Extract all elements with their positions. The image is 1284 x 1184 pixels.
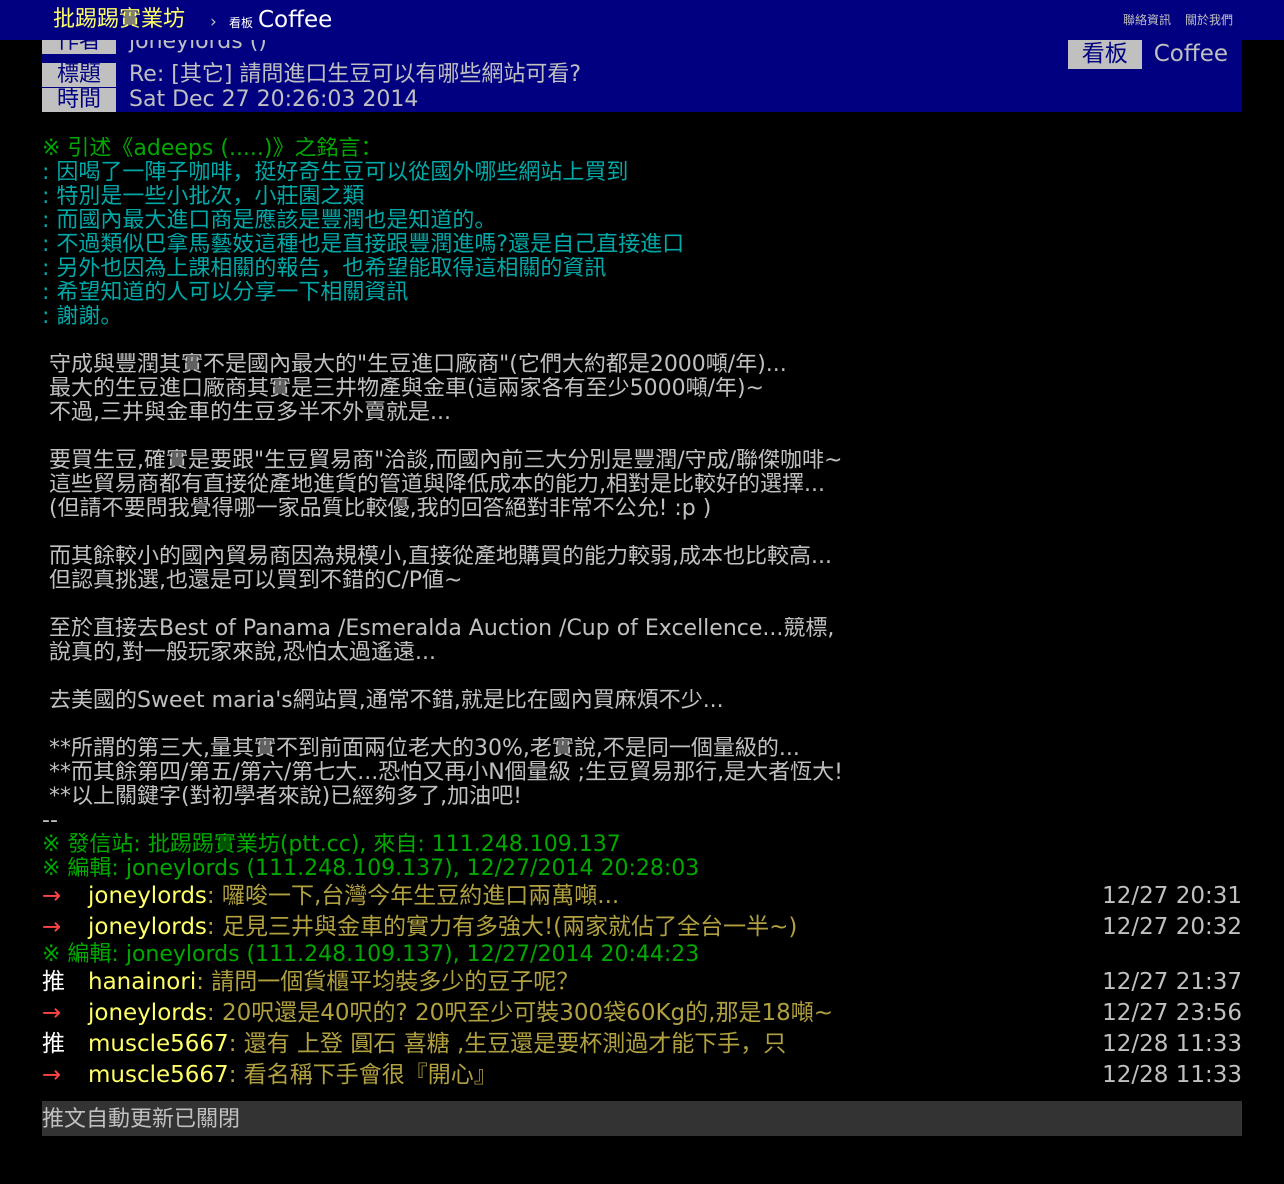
time-row: 時間 Sat Dec 27 20:26:03 2014 [42, 87, 419, 112]
quote-line: : 不過類似巴拿馬藝妓這種也是直接跟豐潤進嗎?還是自己直接進口 [42, 233, 685, 257]
push-user: muscle5667: 還有 上登 圓石 喜糖 ,生豆還是要杯測過才能下手，只 [88, 1031, 787, 1057]
push-tag: 推 [42, 1031, 65, 1057]
push-time: 12/28 11:33 [1102, 1062, 1242, 1088]
push-content: : 囉唆一下,台灣今年生豆約進口兩萬噸... [206, 883, 620, 909]
push-user: joneylords: 足見三井與金車的實力有多強大!(兩家就佔了全台一半~) [88, 914, 798, 940]
body-line [42, 593, 1242, 617]
edit-line: ※ 編輯: joneylords (111.248.109.137), 12/2… [42, 857, 700, 881]
push-time: 12/27 20:32 [1102, 914, 1242, 940]
push-user: hanainori: 請問一個貨櫃平均裝多少的豆子呢？ [88, 969, 580, 995]
author-value: joneylords () [129, 40, 267, 54]
body-line [42, 329, 1242, 353]
breadcrumb-separator: › [210, 12, 217, 32]
push-user: joneylords: 囉唆一下,台灣今年生豆約進口兩萬噸... [88, 883, 620, 909]
body-line: 但認真挑選,也還是可以買到不錯的C/P値~ [42, 569, 463, 593]
body-line: 說真的,對一般玩家來說,恐怕太過遙遠... [42, 641, 436, 665]
quote-line: : 另外也因為上課相關的報告，也希望能取得這相關的資訊 [42, 257, 607, 281]
body-line: 這些貿易商都有直接從產地進貨的管道與降低成本的能力,相對是比較好的選擇... [42, 473, 825, 497]
article-content: ※ 引述《adeeps (.....)》之銘言： : 因喝了一陣子咖啡，挺好奇生… [42, 137, 1242, 881]
time-label: 時間 [42, 88, 116, 112]
quote-line: : 因喝了一陣子咖啡，挺好奇生豆可以從國外哪些網站上買到 [42, 161, 629, 185]
push-time: 12/28 11:33 [1102, 1031, 1242, 1057]
push-tag: → [42, 1000, 62, 1026]
push-time: 12/27 20:31 [1102, 883, 1242, 909]
body-line: **所謂的第三大,量其實不到前面兩位老大的30%,老實說,不是同一個量級的... [42, 737, 800, 761]
push-content: : 還有 上登 圓石 喜糖 ,生豆還是要杯測過才能下手，只 [228, 1031, 787, 1057]
article-header: 作者 joneylords () 標題 Re: [其它] 請問進口生豆可以有哪些網站… [42, 40, 1242, 112]
body-line: **以上關鍵字(對初學者來說)已經夠多了,加油吧! [42, 785, 522, 809]
body-line: 最大的生豆進口廠商其實是三井物產與金車(這兩家各有至少5000噸/年)~ [42, 377, 764, 401]
push-list: → joneylords: 囉唆一下,台灣今年生豆約進口兩萬噸... 12/27… [42, 881, 1242, 1091]
quote-line: : 希望知道的人可以分享一下相關資訊 [42, 281, 409, 305]
body-line: 要買生豆,確實是要跟"生豆貿易商"洽談,而國內前三大分別是豐潤/守成/聯傑咖啡~ [42, 449, 843, 473]
body-line [42, 521, 1242, 545]
board-label: 看板 [1067, 40, 1142, 69]
breadcrumb-board-link[interactable]: Coffee [258, 5, 332, 35]
push-tag: → [42, 1062, 62, 1088]
body-line: (但請不要問我覺得哪一家品質比較優,我的回答絕對非常不公允! :p ) [42, 497, 712, 521]
site-title-link[interactable]: 批踢踢實業坊 [53, 5, 185, 35]
push-content: : 看名稱下手會很『開心』 [228, 1062, 497, 1088]
push-row: 推 muscle5667: 還有 上登 圓石 喜糖 ,生豆還是要杯測過才能下手，… [42, 1029, 1242, 1060]
title-label: 標題 [42, 63, 116, 87]
top-navbar: 批踢踢實業坊 › 看板 Coffee 聯絡資訊 關於我們 [0, 0, 1284, 40]
body-line: 至於直接去Best of Panama /Esmeralda Auction /… [42, 617, 835, 641]
body-line: 守成與豐潤其實不是國內最大的"生豆進口廠商"(它們大約都是2000噸/年)... [42, 353, 787, 377]
quote-line: : 特別是一些小批次，小莊園之類 [42, 185, 365, 209]
body-line: 而其餘較小的國內貿易商因為規模小,直接從產地購買的能力較弱,成本也比較高... [42, 545, 832, 569]
push-time: 12/27 21:37 [1102, 969, 1242, 995]
push-tag: → [42, 914, 62, 940]
breadcrumb-board-label: 看板 [229, 16, 254, 30]
signature-separator: -- [42, 809, 58, 833]
push-user: muscle5667: 看名稱下手會很『開心』 [88, 1062, 497, 1088]
push-tag: 推 [42, 969, 65, 995]
push-user: joneylords: 20呎還是40呎的? 20呎至少可裝300袋60Kg的,… [88, 1000, 833, 1026]
quote-header: ※ 引述《adeeps (.....)》之銘言： [42, 137, 383, 161]
push-content: : 足見三井與金車的實力有多強大!(兩家就佔了全台一半~) [206, 914, 798, 940]
about-us-link[interactable]: 關於我們 [1185, 11, 1233, 29]
body-line [42, 713, 1242, 737]
autoupdate-status-bar[interactable]: 推文自動更新已關閉 [42, 1101, 1242, 1136]
body-line: 去美國的Sweet maria's網站買,通常不錯,就是比在國內買麻煩不少... [42, 689, 724, 713]
body-line: 不過,三井與金車的生豆多半不外賣就是... [42, 401, 451, 425]
board-row: 看板 Coffee [1067, 40, 1228, 69]
contact-info-link[interactable]: 聯絡資訊 [1123, 11, 1171, 29]
body-line: **而其餘第四/第五/第六/第七大...恐怕又再小N個量級 ;生豆貿易那行,是大… [42, 761, 843, 785]
push-row: → joneylords: 足見三井與金車的實力有多強大!(兩家就佔了全台一半~… [42, 912, 1242, 943]
push-row: → muscle5667: 看名稱下手會很『開心』 12/28 11:33 [42, 1060, 1242, 1091]
author-label: 作者 [42, 40, 116, 54]
author-row: 作者 joneylords () [42, 40, 267, 54]
push-row: → joneylords: 20呎還是40呎的? 20呎至少可裝300袋60Kg… [42, 998, 1242, 1029]
signature-line: ※ 發信站: 批踢踢實業坊(ptt.cc), 來自: 111.248.109.1… [42, 833, 621, 857]
push-row: → joneylords: 囉唆一下,台灣今年生豆約進口兩萬噸... 12/27… [42, 881, 1242, 912]
push-row: 推 hanainori: 請問一個貨櫃平均裝多少的豆子呢？ 12/27 21:3… [42, 967, 1242, 998]
push-content: : 請問一個貨櫃平均裝多少的豆子呢？ [196, 969, 580, 995]
title-row: 標題 Re: [其它] 請問進口生豆可以有哪些網站可看? [42, 63, 581, 87]
edit-line: ※ 編輯: joneylords (111.248.109.137), 12/2… [42, 942, 700, 967]
quote-line: : 而國內最大進口商是應該是豐潤也是知道的。 [42, 209, 497, 233]
body-line [42, 425, 1242, 449]
push-tag: → [42, 883, 62, 909]
body-line [42, 665, 1242, 689]
title-value: Re: [其它] 請問進口生豆可以有哪些網站可看? [129, 62, 582, 87]
time-value: Sat Dec 27 20:26:03 2014 [129, 87, 419, 112]
board-value: Coffee [1153, 41, 1228, 67]
push-time: 12/27 23:56 [1102, 1000, 1242, 1026]
quote-line: : 謝謝。 [42, 305, 123, 329]
push-content: : 20呎還是40呎的? 20呎至少可裝300袋60Kg的,那是18噸~ [206, 1000, 833, 1026]
